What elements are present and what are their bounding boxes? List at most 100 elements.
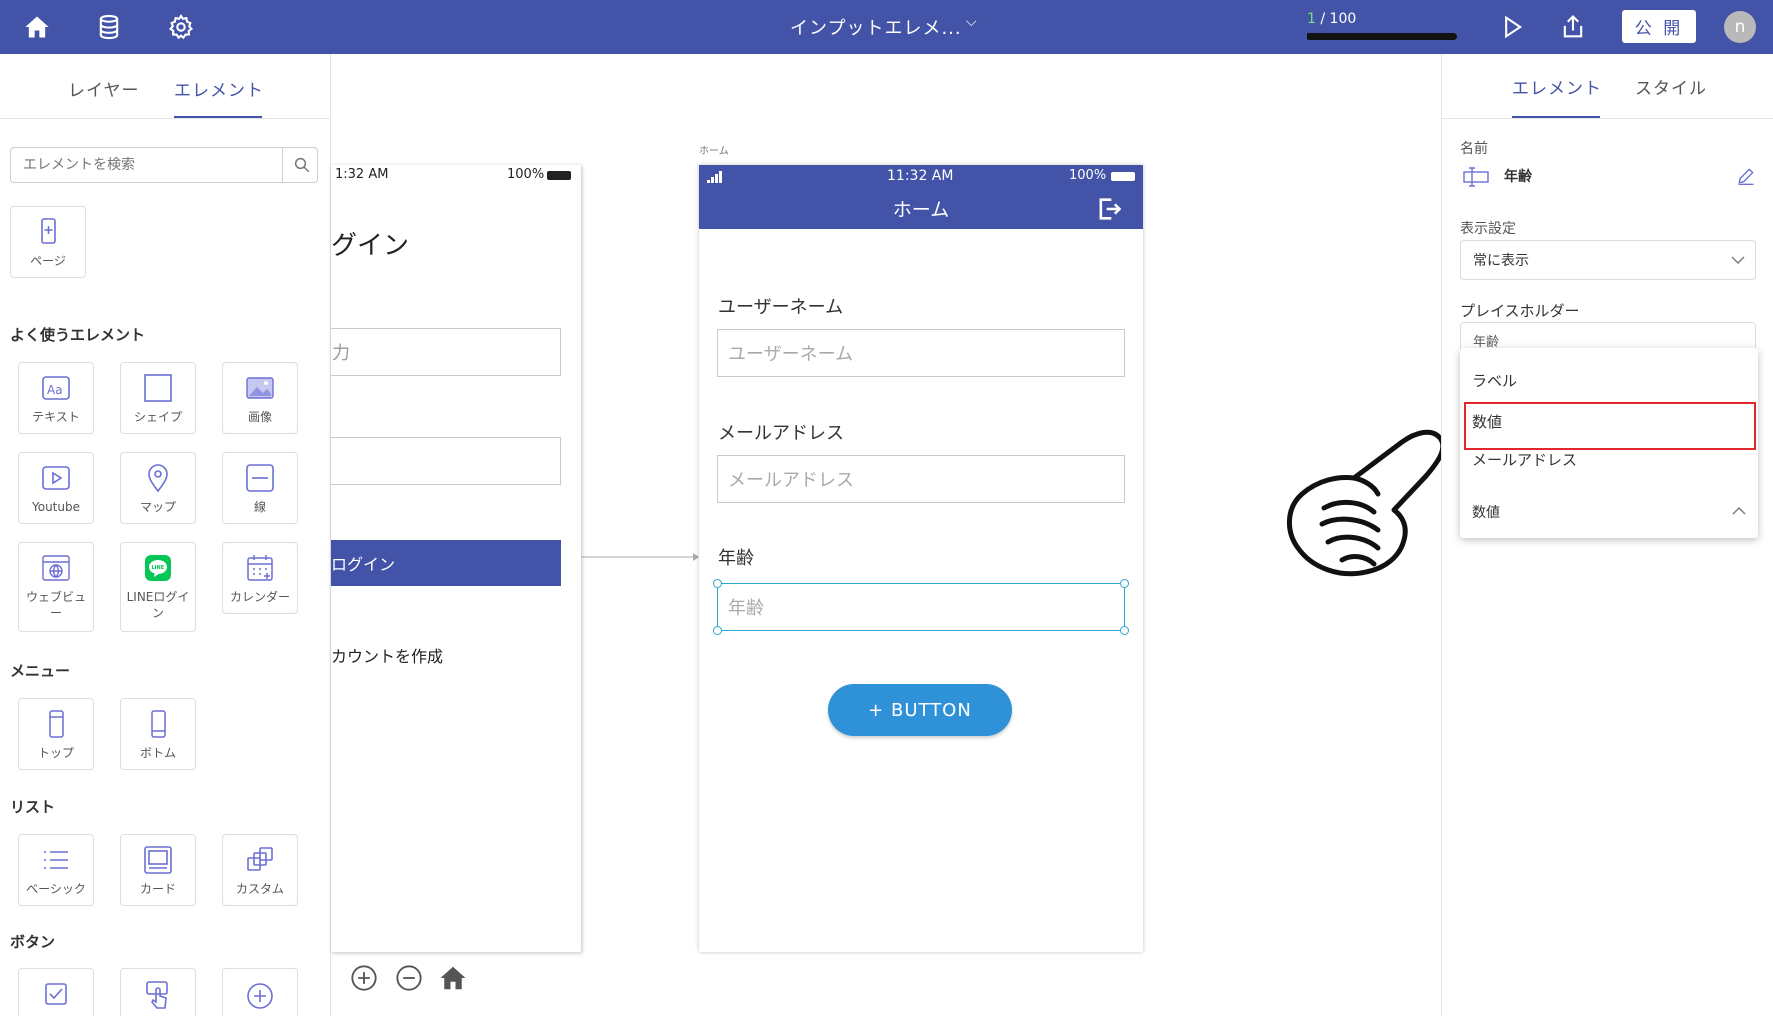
field-label-username: ユーザーネーム <box>718 297 844 318</box>
tile-bottom-menu[interactable]: ボトム <box>120 698 196 770</box>
tile-label: 線 <box>253 500 266 514</box>
chevron-down-icon[interactable]: ⌵ <box>966 14 977 30</box>
tile-label: トップ <box>37 746 74 760</box>
email-input[interactable]: メールアドレス <box>717 455 1125 503</box>
progress-fill <box>1307 33 1309 40</box>
status-battery: 100% <box>507 167 545 182</box>
dropdown-option-label[interactable]: ラベル <box>1472 370 1517 391</box>
database-icon[interactable] <box>94 12 124 42</box>
tile-label: テキスト <box>32 410 80 424</box>
share-icon[interactable] <box>1558 12 1588 42</box>
login-input-1[interactable]: 力 <box>331 328 561 376</box>
tile-calendar[interactable]: カレンダー <box>222 542 298 614</box>
home-icon[interactable] <box>22 12 52 42</box>
counter-current: 1 <box>1307 11 1316 27</box>
top-bar: インプットエレメ... ⌵ 1 / 100 公 開 n <box>0 0 1773 54</box>
resize-handle[interactable] <box>713 626 722 635</box>
input-type-dropdown: ラベル 数値 メールアドレス 数値 <box>1460 348 1758 538</box>
tab-layers[interactable]: レイヤー <box>68 76 140 101</box>
status-time: 11:32 AM <box>887 168 954 184</box>
tile-touch-button[interactable] <box>120 968 196 1016</box>
status-battery: 100% <box>1069 168 1107 183</box>
avatar[interactable]: n <box>1724 11 1756 43</box>
resize-handle[interactable] <box>1120 626 1129 635</box>
zoom-in-icon[interactable] <box>350 964 378 992</box>
tile-image[interactable]: 画像 <box>222 362 298 434</box>
chevron-up-icon[interactable] <box>1732 506 1746 516</box>
layers-icon <box>243 843 277 877</box>
edit-icon[interactable] <box>1736 166 1756 186</box>
tile-label: ベーシック <box>26 882 86 896</box>
image-icon <box>243 371 277 405</box>
tab-style[interactable]: スタイル <box>1635 74 1707 99</box>
tile-card-list[interactable]: カード <box>120 834 196 906</box>
resize-handle[interactable] <box>1120 579 1129 588</box>
login-button[interactable]: ログイン <box>331 540 561 586</box>
tile-custom-list[interactable]: カスタム <box>222 834 298 906</box>
pointing-hand-icon <box>1286 429 1446 577</box>
section-list: リスト <box>10 798 56 816</box>
input-placeholder: メールアドレス <box>728 470 854 491</box>
zoom-out-icon[interactable] <box>395 964 423 992</box>
login-input-2[interactable] <box>331 437 561 485</box>
battery-icon <box>547 171 571 180</box>
divider <box>0 118 331 119</box>
add-button[interactable]: + BUTTON <box>828 684 1012 736</box>
left-panel: レイヤー エレメント ページ よく使うエレメント Aa テキスト シェイプ 画像… <box>0 54 331 1016</box>
highlight-box <box>1464 402 1756 450</box>
tile-youtube[interactable]: Youtube <box>18 452 94 524</box>
dropdown-option-email[interactable]: メールアドレス <box>1472 449 1577 470</box>
placeholder-label: プレイスホルダー <box>1460 302 1580 320</box>
create-account-link[interactable]: カウントを作成 <box>331 643 443 667</box>
section-menu: メニュー <box>10 662 71 680</box>
home-canvas-icon[interactable] <box>438 963 468 993</box>
video-icon <box>39 461 73 495</box>
tile-label: カード <box>139 882 176 896</box>
svg-text:LINE: LINE <box>152 565 165 571</box>
tile-text[interactable]: Aa テキスト <box>18 362 94 434</box>
logout-icon[interactable] <box>1095 195 1123 223</box>
tile-page[interactable]: ページ <box>10 206 86 278</box>
gear-icon[interactable] <box>166 12 196 42</box>
search-icon[interactable] <box>293 156 311 174</box>
page-icon <box>31 215 65 249</box>
name-label: 名前 <box>1460 141 1488 157</box>
battery-icon <box>1111 172 1135 181</box>
tile-webview[interactable]: ウェブビュー <box>18 542 94 632</box>
age-input[interactable]: 年齢 <box>717 583 1125 631</box>
resize-handle[interactable] <box>713 579 722 588</box>
tile-label: カレンダー <box>229 590 290 604</box>
username-input[interactable]: ユーザーネーム <box>717 329 1125 377</box>
tile-label: ページ <box>30 254 66 268</box>
tile-top-menu[interactable]: トップ <box>18 698 94 770</box>
tile-checkbox-button[interactable] <box>18 968 94 1016</box>
search-box <box>10 147 318 183</box>
right-panel: エレメント スタイル 名前 年齢 表示設定 常に表示 プレイスホルダー 年齢 ラ… <box>1441 54 1773 1016</box>
tile-line-login[interactable]: LINE LINEログイン <box>120 542 196 632</box>
globe-icon <box>39 551 73 585</box>
input-field-icon <box>1463 167 1489 187</box>
tab-element-props[interactable]: エレメント <box>1512 74 1602 99</box>
phone-top-icon <box>39 707 73 741</box>
play-icon[interactable] <box>1497 12 1527 42</box>
tile-map[interactable]: マップ <box>120 452 196 524</box>
tile-fab-button[interactable] <box>222 968 298 1016</box>
tile-basic-list[interactable]: ベーシック <box>18 834 94 906</box>
text-icon: Aa <box>39 371 73 405</box>
line-icon <box>243 461 277 495</box>
document-title[interactable]: インプットエレメ... <box>790 14 962 40</box>
dropdown-selected-value[interactable]: 数値 <box>1472 502 1500 522</box>
tile-line[interactable]: 線 <box>222 452 298 524</box>
tile-label: Youtube <box>32 500 80 514</box>
phone-frame-login[interactable]: 1:32 AM 100% グイン 力 ログイン カウントを作成 <box>331 165 581 952</box>
tile-label: ボトム <box>139 746 176 760</box>
search-input[interactable] <box>11 148 283 182</box>
frame-label[interactable]: ホーム <box>699 142 729 157</box>
select-value: 常に表示 <box>1473 253 1529 269</box>
phone-frame-home[interactable]: 11:32 AM 100% ホーム ユーザーネーム ユーザーネーム メールアドレ… <box>699 165 1143 952</box>
tile-shape[interactable]: シェイプ <box>120 362 196 434</box>
touch-icon <box>141 977 175 1011</box>
tab-elements[interactable]: エレメント <box>174 76 264 101</box>
publish-button[interactable]: 公 開 <box>1622 10 1696 43</box>
visibility-select[interactable]: 常に表示 <box>1460 240 1756 280</box>
